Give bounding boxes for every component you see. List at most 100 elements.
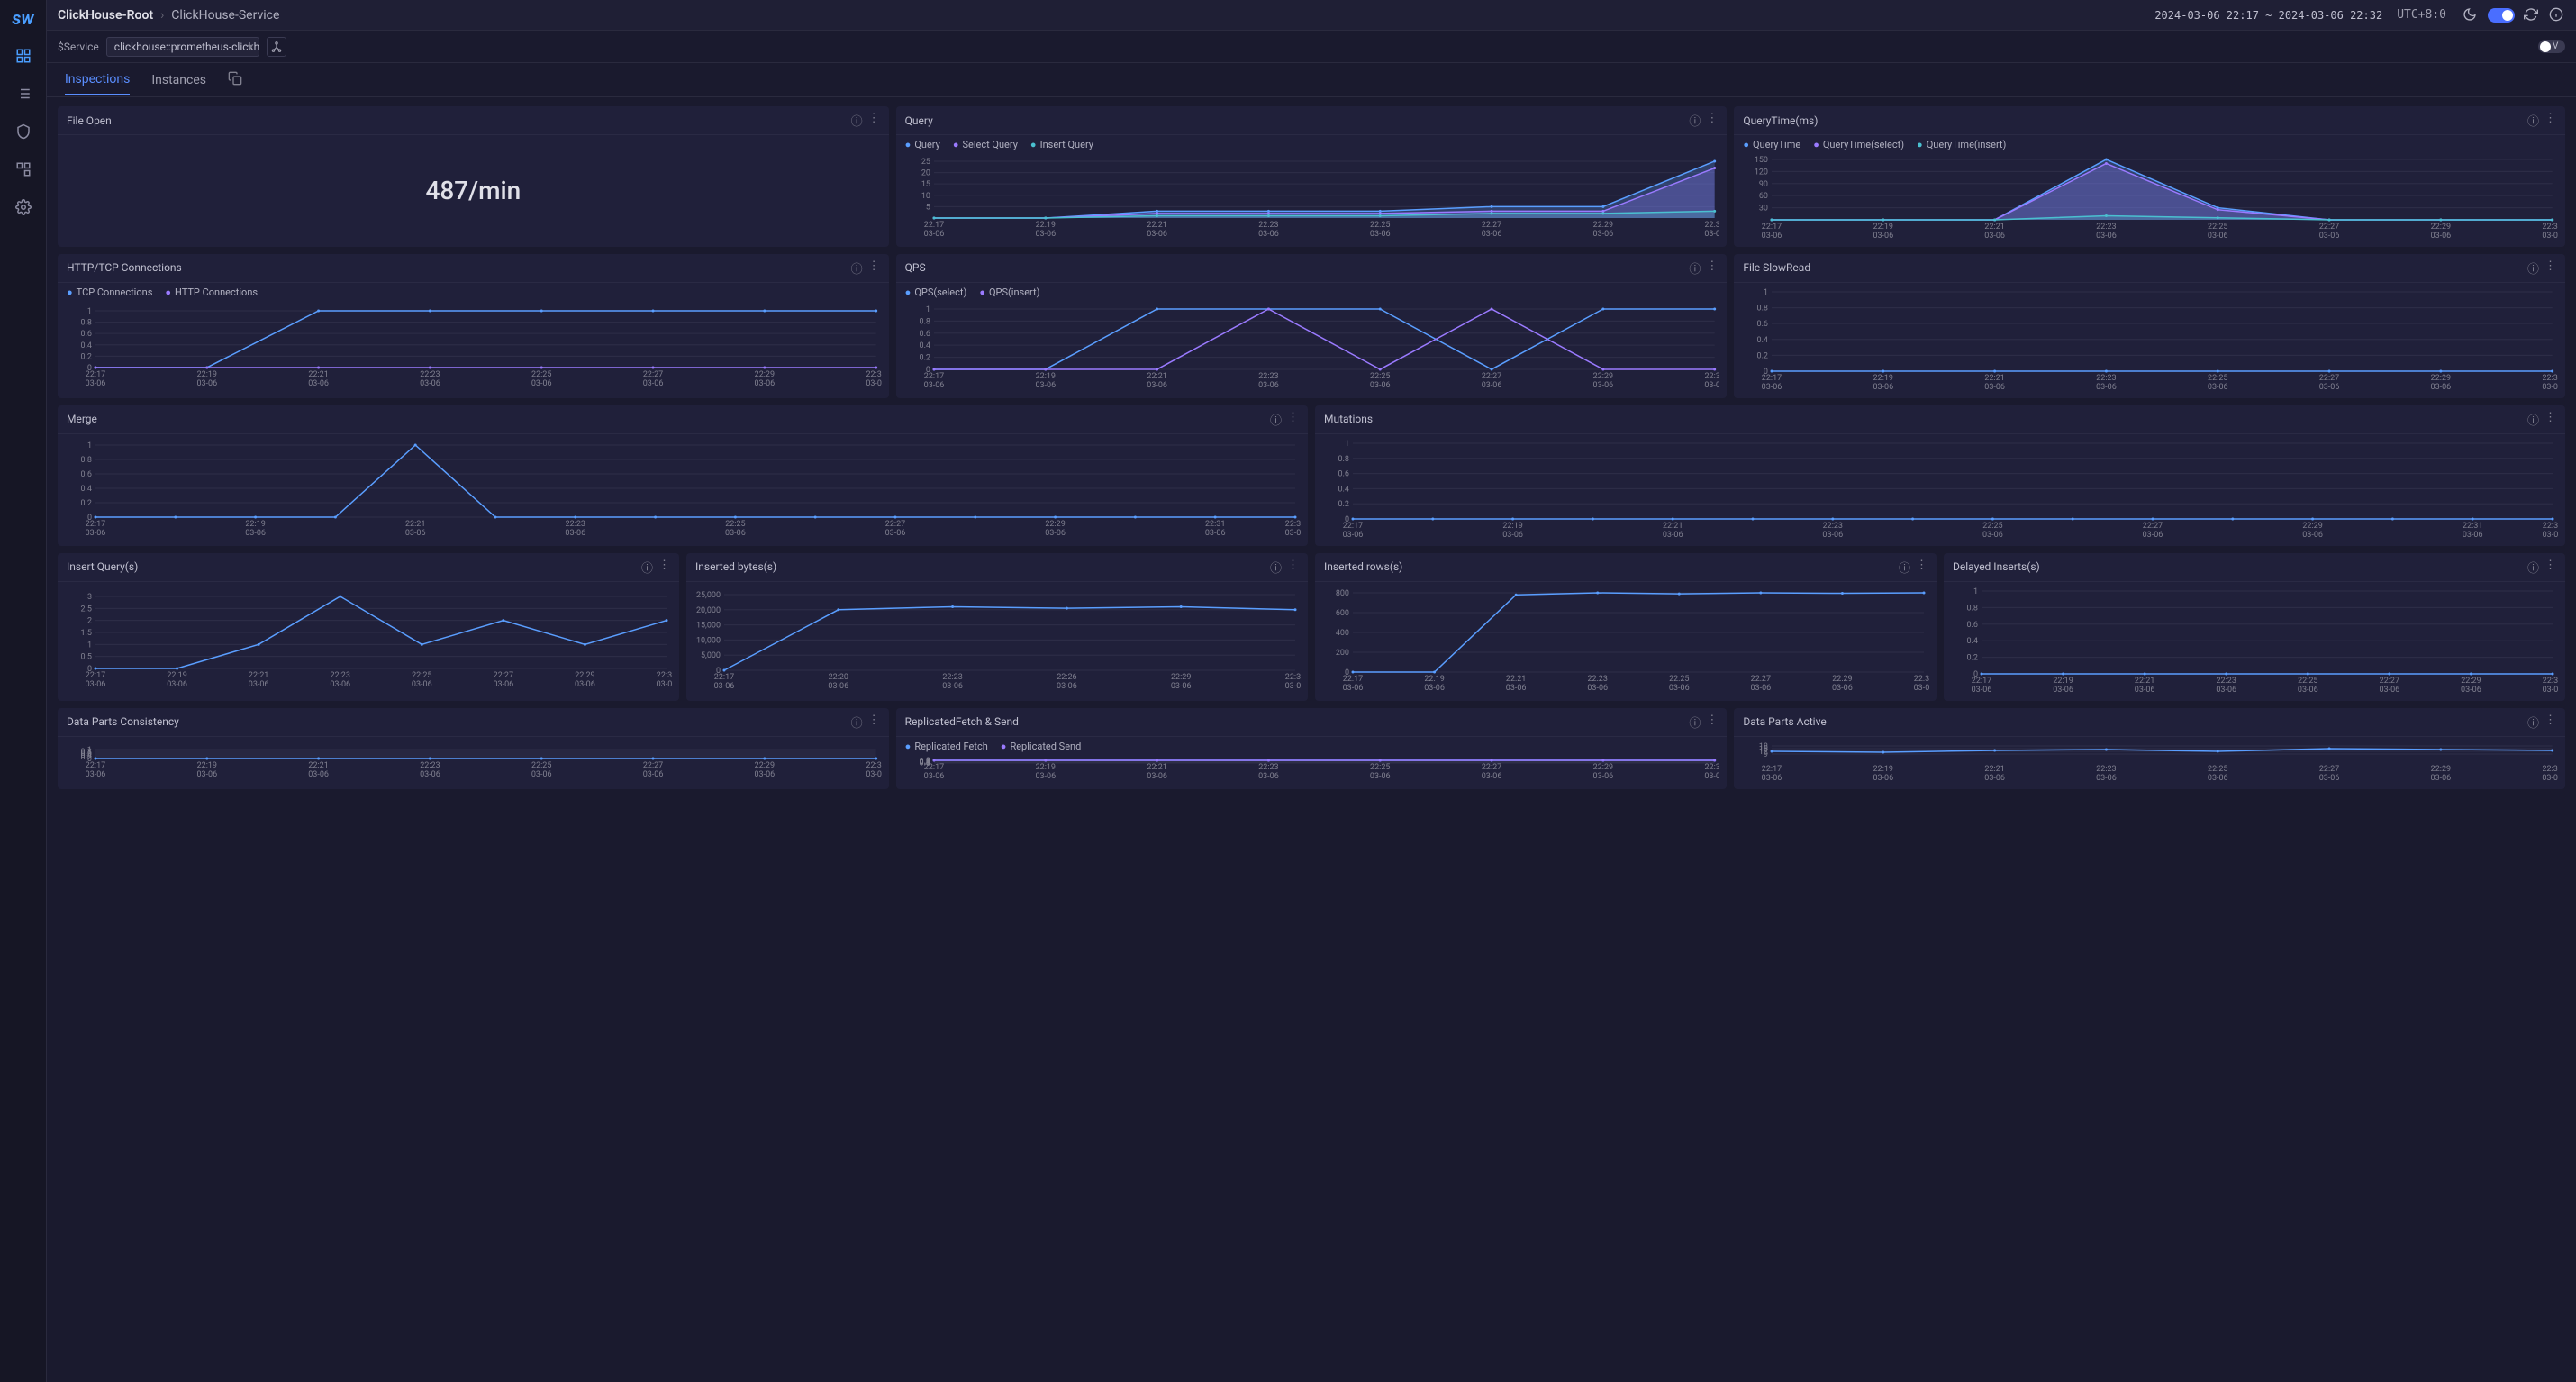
svg-text:22:29: 22:29: [1592, 221, 1612, 230]
svg-text:1: 1: [87, 641, 92, 650]
svg-text:03-06: 03-06: [1035, 772, 1056, 781]
tab-instances[interactable]: Instances: [151, 66, 206, 95]
chart-dpc[interactable]: 00.20.40.60.8122:1703-0622:1903-0622:210…: [65, 741, 882, 784]
help-icon[interactable]: ⓘ: [1689, 259, 1701, 277]
theme-toggle[interactable]: [2488, 8, 2515, 23]
help-icon[interactable]: ⓘ: [1270, 559, 1282, 576]
more-icon[interactable]: ⋮: [1706, 259, 1718, 277]
panel-title: QueryTime(ms): [1743, 114, 2527, 127]
svg-text:22:31: 22:31: [1704, 372, 1719, 381]
moon-icon[interactable]: [2463, 7, 2479, 23]
panel-data-parts-consistency: Data Parts Consistency ⓘ⋮ 00.20.40.60.81…: [58, 708, 889, 789]
svg-text:22:29: 22:29: [1832, 675, 1852, 684]
svg-text:22:23: 22:23: [2097, 223, 2117, 232]
nav-dashboard-icon[interactable]: [13, 45, 34, 67]
more-icon[interactable]: ⋮: [868, 259, 880, 277]
tab-inspections[interactable]: Inspections: [65, 65, 130, 95]
info-icon[interactable]: [2549, 7, 2565, 23]
svg-text:03-06: 03-06: [2431, 232, 2452, 241]
help-icon[interactable]: ⓘ: [851, 112, 863, 129]
svg-text:3: 3: [87, 593, 92, 602]
svg-text:03-06: 03-06: [755, 770, 776, 779]
svg-text:03-06: 03-06: [1873, 232, 1894, 241]
svg-text:0.6: 0.6: [1967, 621, 1979, 630]
svg-text:22:25: 22:25: [1669, 675, 1689, 684]
svg-text:22:26: 22:26: [1057, 673, 1076, 682]
more-icon[interactable]: ⋮: [2544, 714, 2556, 731]
help-icon[interactable]: ⓘ: [851, 714, 863, 731]
help-icon[interactable]: ⓘ: [1270, 411, 1282, 428]
nav-shield-icon[interactable]: [13, 121, 34, 142]
tabs-bar: Inspections Instances: [47, 63, 2576, 97]
chart-replicated[interactable]: 00.20.40.60.8122:1703-0622:1903-0622:210…: [903, 756, 1720, 784]
help-icon[interactable]: ⓘ: [1689, 714, 1701, 731]
refresh-icon[interactable]: [2524, 7, 2540, 23]
more-icon[interactable]: ⋮: [868, 714, 880, 731]
chart-insert-query[interactable]: 00.511.522.5322:1703-0622:1903-0622:2103…: [65, 586, 672, 696]
more-icon[interactable]: ⋮: [2544, 112, 2556, 129]
more-icon[interactable]: ⋮: [1706, 714, 1718, 731]
chart-http-tcp[interactable]: 00.20.40.60.8122:1703-0622:1903-0622:210…: [65, 302, 882, 393]
breadcrumb-root[interactable]: ClickHouse-Root: [58, 8, 153, 23]
help-icon[interactable]: ⓘ: [2527, 559, 2539, 576]
svg-text:22:25: 22:25: [2208, 223, 2227, 232]
more-icon[interactable]: ⋮: [658, 559, 670, 576]
more-icon[interactable]: ⋮: [1287, 411, 1299, 428]
panel-data-parts-active: Data Parts Active ⓘ⋮ 912151822:1703-0622…: [1734, 708, 2565, 789]
chart-merge[interactable]: 00.20.40.60.8122:1703-0622:1903-0622:210…: [65, 438, 1301, 541]
chart-qps[interactable]: 00.20.40.60.8122:1703-0622:1903-0622:210…: [903, 302, 1720, 393]
svg-text:1: 1: [1764, 288, 1768, 297]
svg-text:0.4: 0.4: [919, 341, 930, 350]
service-select[interactable]: clickhouse::prometheus-clickho: [106, 37, 259, 57]
chart-delayed-inserts[interactable]: 00.20.40.60.8122:1703-0622:1903-0622:210…: [1951, 586, 2558, 696]
svg-text:03-06: 03-06: [2053, 686, 2073, 695]
topology-icon[interactable]: [267, 37, 286, 57]
svg-text:22:21: 22:21: [308, 370, 328, 379]
breadcrumb-service[interactable]: ClickHouse-Service: [171, 8, 279, 23]
help-icon[interactable]: ⓘ: [1689, 112, 1701, 129]
more-icon[interactable]: ⋮: [1287, 559, 1299, 576]
svg-text:03-06: 03-06: [1663, 531, 1683, 540]
more-icon[interactable]: ⋮: [2544, 259, 2556, 277]
help-icon[interactable]: ⓘ: [2527, 259, 2539, 277]
svg-text:22:31: 22:31: [2543, 677, 2558, 686]
help-icon[interactable]: ⓘ: [2527, 411, 2539, 428]
nav-settings-icon[interactable]: [13, 196, 34, 218]
view-switch[interactable]: V: [2538, 40, 2565, 53]
svg-text:03-06: 03-06: [2319, 383, 2340, 392]
chart-mutations[interactable]: 00.20.40.60.8122:1703-0622:1903-0622:210…: [1322, 438, 2558, 541]
logo-icon[interactable]: sw: [12, 7, 33, 29]
svg-text:22:21: 22:21: [1147, 221, 1166, 230]
svg-text:22:21: 22:21: [249, 671, 268, 680]
time-range[interactable]: 2024-03-06 22:17 ~ 2024-03-06 22:32: [2154, 9, 2382, 22]
svg-text:03-06: 03-06: [643, 770, 664, 779]
svg-text:30: 30: [1759, 205, 1768, 214]
svg-text:03-06: 03-06: [1258, 230, 1279, 239]
svg-text:22:23: 22:23: [1588, 675, 1608, 684]
svg-text:22:19: 22:19: [197, 370, 217, 379]
chart-dpa[interactable]: 912151822:1703-0622:1903-0622:2103-0622:…: [1741, 741, 2558, 784]
chart-inserted-rows[interactable]: 020040060080022:1703-0622:1903-0622:2103…: [1322, 586, 1929, 696]
help-icon[interactable]: ⓘ: [2527, 714, 2539, 731]
copy-icon[interactable]: [228, 71, 242, 89]
chart-querytime[interactable]: 30609012015022:1703-0622:1903-0622:2103-…: [1741, 154, 2558, 241]
svg-text:22:21: 22:21: [1985, 765, 2005, 774]
svg-text:03-06: 03-06: [1669, 684, 1690, 693]
nav-list-icon[interactable]: [13, 83, 34, 105]
chart-query[interactable]: 51015202522:1703-0622:1903-0622:2103-062…: [903, 154, 1720, 241]
more-icon[interactable]: ⋮: [2544, 559, 2556, 576]
help-icon[interactable]: ⓘ: [851, 259, 863, 277]
more-icon[interactable]: ⋮: [1706, 112, 1718, 129]
more-icon[interactable]: ⋮: [1916, 559, 1927, 576]
more-icon[interactable]: ⋮: [868, 112, 880, 129]
svg-text:15: 15: [921, 180, 930, 189]
nav-widgets-icon[interactable]: [13, 159, 34, 180]
help-icon[interactable]: ⓘ: [1899, 559, 1910, 576]
chart-inserted-bytes[interactable]: 05,00010,00015,00020,00025,00022:1703-06…: [694, 586, 1301, 696]
svg-text:03-06: 03-06: [1343, 531, 1364, 540]
help-icon[interactable]: ⓘ: [641, 559, 653, 576]
svg-text:03-06: 03-06: [1147, 381, 1167, 390]
chart-file-slowread[interactable]: 00.20.40.60.8122:1703-0622:1903-0622:210…: [1741, 286, 2558, 393]
more-icon[interactable]: ⋮: [2544, 411, 2556, 428]
help-icon[interactable]: ⓘ: [2527, 112, 2539, 129]
